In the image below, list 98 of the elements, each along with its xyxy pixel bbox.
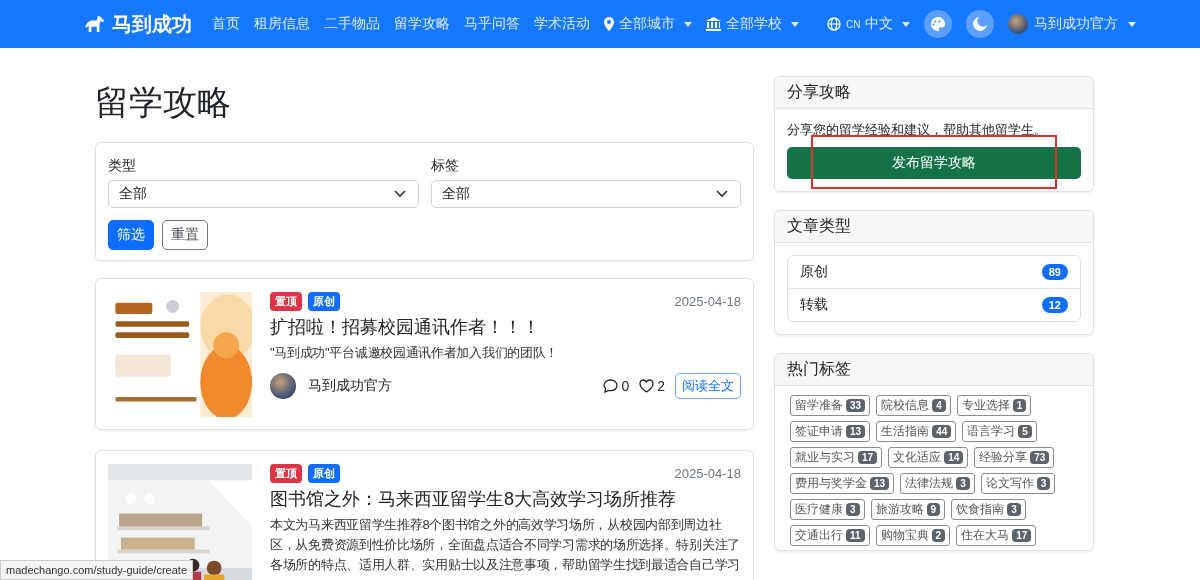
tag-link[interactable]: 专业选择 1	[956, 395, 1032, 416]
tag-badge: 原创	[308, 292, 340, 311]
count-badge: 11	[846, 529, 865, 542]
tag-label: 生活指南	[881, 423, 930, 440]
tag-badge: 原创	[308, 464, 340, 483]
select-field[interactable]: 全部	[108, 180, 419, 208]
link-preview-status: madechango.com/study-guide/create	[0, 560, 193, 580]
tag-label: 法律法规	[905, 475, 954, 492]
card-header: 热门标签	[775, 354, 1093, 386]
reset-button[interactable]: 重置	[162, 220, 208, 250]
count-badge: 3	[1036, 477, 1051, 490]
count-badge: 3	[846, 503, 860, 516]
article-date: 2025-04-18	[674, 294, 741, 309]
like-count: 2	[639, 378, 665, 394]
count-badge: 14	[944, 451, 964, 464]
tag-link[interactable]: 法律法规 3	[900, 473, 975, 494]
article-summary: "马到成功"平台诚邀校园通讯作者加入我们的团队！	[270, 344, 560, 362]
tag-label: 院校信息	[881, 397, 930, 414]
tag-link[interactable]: 语言学习 5	[962, 421, 1037, 442]
tag-label: 留学准备	[795, 397, 843, 414]
tag-link[interactable]: 交通出行 11	[790, 525, 870, 546]
count-badge: 12	[1041, 297, 1068, 313]
tag-link[interactable]: 生活指南 44	[876, 421, 957, 442]
count-badge: 9	[926, 503, 941, 516]
user-menu[interactable]: 马到成功官方	[1008, 14, 1137, 34]
tag-label: 费用与奖学金	[795, 475, 867, 492]
article-date: 2025-04-18	[674, 466, 741, 481]
nav-link[interactable]: 学术活动	[534, 15, 590, 33]
tag-label: 签证申请	[795, 423, 843, 440]
brand-name: 马到成功	[112, 11, 192, 37]
tag-label: 医疗健康	[795, 501, 843, 518]
tag-label: 饮食指南	[956, 501, 1005, 518]
language-dropdown[interactable]: CN 中文	[827, 15, 911, 33]
article-summary: 本文为马来西亚留学生推荐8个图书馆之外的高效学习场所，从校园内部到周边社区，从免费资源到性价比场所，全面盘点适合不同学习需求的场所选择。特别关注了各场所的特点、适用人群、实用贴士以及注意事项，帮助留学生找到最适合自己学习	[270, 516, 741, 574]
select-field[interactable]: 全部	[430, 180, 741, 208]
tag-label: 住在大马	[961, 527, 1010, 544]
type-list-item[interactable]: 原创 89	[788, 256, 1080, 288]
tag-label: 经验分享	[979, 449, 1028, 466]
tag-link[interactable]: 购物宝典 2	[875, 525, 951, 546]
tag-link[interactable]: 经验分享 73	[974, 447, 1055, 468]
tag-link[interactable]: 就业与实习 17	[790, 447, 883, 468]
publish-button[interactable]: 发布留学攻略	[787, 147, 1081, 179]
article-title[interactable]: 图书馆之外：马来西亚留学生8大高效学习场所推荐	[270, 487, 741, 511]
count-badge: 17	[1012, 529, 1032, 542]
count-badge: 13	[846, 425, 866, 438]
page-title: 留学攻略	[95, 82, 232, 123]
tag-link[interactable]: 院校信息 4	[876, 395, 951, 416]
tag-label: 专业选择	[961, 397, 1010, 414]
nav-link[interactable]: 首页	[212, 15, 240, 33]
type-list-item[interactable]: 转载 12	[788, 288, 1080, 321]
tag-badge: 置顶	[270, 464, 302, 483]
card-header: 文章类型	[775, 211, 1093, 243]
tag-link[interactable]: 留学准备 33	[790, 395, 871, 416]
tag-link[interactable]: 文化适应 14	[888, 447, 969, 468]
tag-link[interactable]: 签证申请 13	[790, 421, 871, 442]
field-label: 标签	[430, 157, 460, 175]
count-badge: 13	[870, 477, 890, 490]
brand-logo[interactable]: 马到成功	[84, 10, 192, 38]
card-header: 分享攻略	[775, 77, 1093, 109]
count-badge: 17	[858, 451, 878, 464]
count-badge: 3	[1007, 503, 1021, 516]
tag-label: 旅游攻略	[875, 501, 924, 518]
type-label: 转载	[800, 296, 828, 314]
nav-link[interactable]: 留学攻略	[394, 15, 450, 33]
nav-link[interactable]: 二手物品	[324, 15, 380, 33]
nav-dropdown[interactable]: 全部城市	[604, 15, 692, 33]
count-badge: 4	[932, 399, 946, 412]
count-badge: 44	[932, 425, 952, 438]
type-label: 原创	[800, 263, 828, 281]
count-badge: 89	[1041, 264, 1068, 280]
tag-label: 就业与实习	[795, 449, 855, 466]
nav-link[interactable]: 租房信息	[254, 15, 310, 33]
tag-link[interactable]: 饮食指南 3	[951, 499, 1026, 520]
author-name: 马到成功官方	[308, 377, 393, 395]
tag-label: 交通出行	[795, 527, 843, 544]
tag-label: 文化适应	[893, 449, 942, 466]
tag-label: 购物宝典	[880, 527, 929, 544]
tag-badge: 置顶	[270, 292, 302, 311]
read-more-button[interactable]: 阅读全文	[675, 373, 741, 399]
nav-dropdown[interactable]: 全部学校	[706, 15, 799, 33]
count-badge: 73	[1030, 451, 1050, 464]
count-badge: 3	[956, 477, 970, 490]
tag-link[interactable]: 论文写作 3	[980, 473, 1056, 494]
count-badge: 5	[1018, 425, 1032, 438]
comment-count: 0	[603, 378, 630, 394]
tag-label: 论文写作	[985, 475, 1034, 492]
tag-link[interactable]: 费用与奖学金 13	[790, 473, 895, 494]
tag-label: 语言学习	[967, 423, 1016, 440]
tag-link[interactable]: 医疗健康 3	[790, 499, 865, 520]
nav-link[interactable]: 马乎问答	[464, 15, 520, 33]
tag-link[interactable]: 住在大马 17	[956, 525, 1037, 546]
count-badge: 2	[931, 529, 946, 542]
count-badge: 33	[846, 399, 866, 412]
tag-link[interactable]: 旅游攻略 9	[870, 499, 946, 520]
article-title[interactable]: 扩招啦！招募校园通讯作者！！！	[270, 315, 741, 339]
filter-button[interactable]: 筛选	[108, 220, 154, 250]
count-badge: 1	[1012, 399, 1027, 412]
field-label: 类型	[108, 157, 137, 175]
